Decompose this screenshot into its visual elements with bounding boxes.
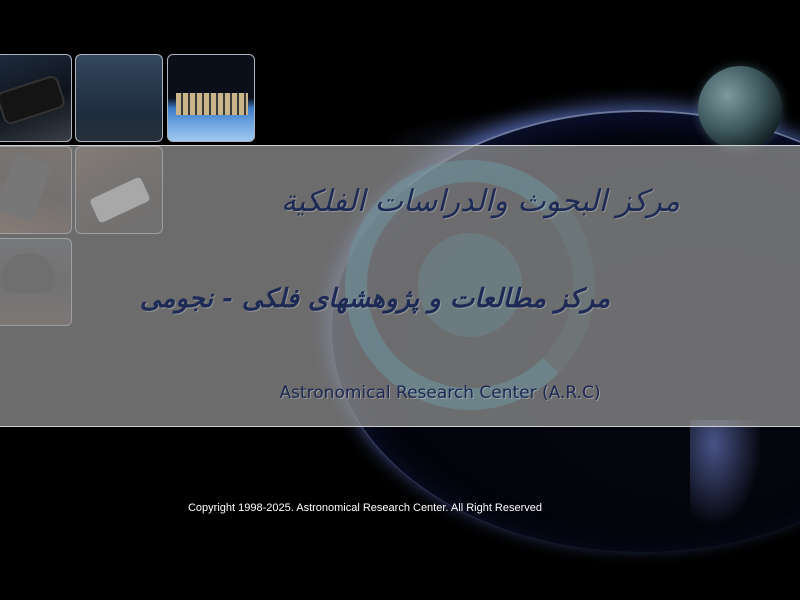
telescope-icon — [0, 76, 65, 124]
thumbnail-space-station-earth[interactable] — [167, 54, 255, 142]
thumbnail-night-sky[interactable] — [75, 54, 163, 142]
copyright-text: Copyright 1998-2025. Astronomical Resear… — [187, 502, 543, 514]
space-station-icon — [176, 93, 248, 115]
site-title-english: Astronomical Research Center (A.R.C) — [279, 383, 601, 403]
thumbnail-telescope-night-sky[interactable] — [0, 54, 72, 142]
horizon-glow — [690, 420, 770, 540]
site-title-arabic: مركز البحوث والدراسات الفلكية — [280, 184, 680, 219]
site-title-persian: مرکز مطالعات و پژوهشهای فلکی - نجومی — [139, 284, 610, 314]
moon — [698, 66, 782, 150]
